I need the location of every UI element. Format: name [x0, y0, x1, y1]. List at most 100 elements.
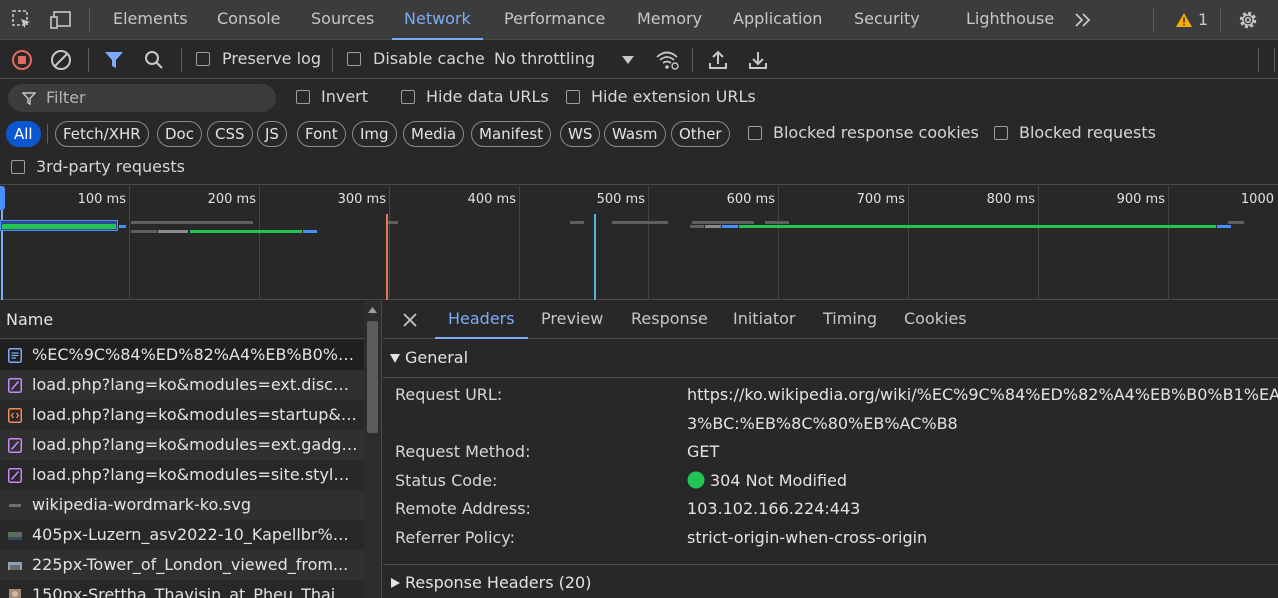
type-filter-all[interactable]: All: [6, 121, 41, 147]
more-tabs-icon[interactable]: [1071, 8, 1095, 32]
tab-cookies[interactable]: Cookies: [904, 301, 967, 339]
request-name: 150px-Srettha_Thavisin_at_Pheu_Thai_...: [32, 585, 358, 598]
filter-funnel-icon[interactable]: [102, 48, 126, 72]
third-party-checkbox[interactable]: [11, 160, 25, 174]
waterfall-bar: [1228, 221, 1244, 224]
request-name: 225px-Tower_of_London_viewed_from...: [32, 555, 349, 574]
network-conditions-icon[interactable]: [655, 48, 679, 72]
waterfall-bar: [131, 230, 157, 233]
preserve-log-checkbox[interactable]: [196, 52, 210, 66]
referrer-policy-value: strict-origin-when-cross-origin: [687, 528, 928, 547]
request-row[interactable]: load.php?lang=ko&modules=ext.discuss...: [0, 370, 364, 400]
tab-headers[interactable]: Headers: [435, 301, 528, 339]
type-filter-manifest[interactable]: Manifest: [471, 121, 552, 147]
filter-input[interactable]: Filter: [8, 84, 276, 112]
type-filter-doc[interactable]: Doc: [157, 121, 202, 147]
request-row[interactable]: load.php?lang=ko&modules=site.styles...: [0, 460, 364, 490]
tab-security[interactable]: Security: [854, 0, 920, 40]
tab-application[interactable]: Application: [733, 0, 822, 40]
tab-initiator[interactable]: Initiator: [733, 301, 795, 339]
hide-extension-urls-checkbox[interactable]: [566, 90, 580, 104]
inspect-element-icon[interactable]: [10, 8, 34, 32]
import-har-icon[interactable]: [706, 48, 730, 72]
range-handle-left[interactable]: [0, 186, 5, 210]
export-har-icon[interactable]: [746, 48, 770, 72]
tab-network[interactable]: Network: [392, 0, 483, 40]
triangle-right-icon: [391, 578, 400, 588]
document-icon: [8, 348, 22, 363]
chevron-down-icon[interactable]: [616, 48, 640, 72]
tab-console[interactable]: Console: [217, 0, 281, 40]
request-row[interactable]: %EC%9C%84%ED%82%A4%EB%B0%B...: [0, 340, 364, 370]
waterfall-bar: [612, 221, 668, 224]
status-code-label: Status Code:: [395, 471, 498, 490]
response-headers-section-header[interactable]: Response Headers (20): [383, 564, 1278, 598]
type-filter-js[interactable]: JS: [257, 121, 287, 147]
stylesheet-icon: [8, 438, 22, 453]
filter-bar: Filter Invert Hide data URLs Hide extens…: [0, 80, 1278, 185]
network-overview[interactable]: 100 ms 200 ms 300 ms 400 ms 500 ms 600 m…: [0, 186, 1278, 300]
request-url-value-continued: 3%BC:%EB%8C%80%EB%AC%B8: [687, 414, 958, 433]
stop-recording-icon[interactable]: [10, 48, 34, 72]
type-filter-img[interactable]: Img: [352, 121, 397, 147]
search-icon[interactable]: [142, 48, 166, 72]
warning-icon[interactable]: [1172, 8, 1196, 32]
waterfall-bar: [705, 225, 721, 228]
type-filter-wasm[interactable]: Wasm: [604, 121, 666, 147]
scrollbar-thumb[interactable]: [367, 321, 378, 433]
waterfall-bar: [570, 221, 584, 224]
tick-label: 700 ms: [856, 192, 905, 207]
tab-performance[interactable]: Performance: [504, 0, 605, 40]
request-row[interactable]: 405px-Luzern_asv2022-10_Kapellbr%C...: [0, 520, 364, 550]
close-icon[interactable]: [402, 312, 418, 328]
request-row[interactable]: load.php?lang=ko&modules=startup&o...: [0, 400, 364, 430]
throttling-select[interactable]: No throttling: [494, 49, 595, 68]
tab-response[interactable]: Response: [631, 301, 708, 339]
request-name: wikipedia-wordmark-ko.svg: [32, 495, 252, 514]
general-section-title: General: [405, 348, 469, 367]
network-toolbar: Preserve log Disable cache No throttling: [0, 40, 1278, 79]
waterfall-bar: [158, 230, 188, 233]
scroll-up-arrow-icon[interactable]: [367, 306, 378, 314]
status-dot-icon: [687, 471, 705, 489]
type-filter-css[interactable]: CSS: [207, 121, 253, 147]
request-name: load.php?lang=ko&modules=ext.discuss...: [32, 375, 358, 394]
blocked-requests-checkbox[interactable]: [994, 126, 1008, 140]
tab-sources[interactable]: Sources: [311, 0, 374, 40]
request-name: load.php?lang=ko&modules=ext.gadge...: [32, 435, 358, 454]
general-section-header[interactable]: General: [383, 340, 1278, 378]
tab-elements[interactable]: Elements: [113, 0, 188, 40]
tick-label: 500 ms: [596, 192, 645, 207]
waterfall-bar: [190, 230, 302, 233]
hide-data-urls-checkbox[interactable]: [401, 90, 415, 104]
type-filter-ws[interactable]: WS: [560, 121, 601, 147]
image-thumbnail-icon: [9, 589, 21, 598]
type-filter-media[interactable]: Media: [403, 121, 465, 147]
name-column-header[interactable]: Name: [0, 301, 364, 339]
waterfall-bar: [2, 224, 116, 229]
disable-cache-checkbox[interactable]: [347, 52, 361, 66]
waterfall-bar: [388, 221, 398, 224]
load-event-line: [386, 214, 388, 300]
type-filter-other[interactable]: Other: [671, 121, 730, 147]
clear-icon[interactable]: [49, 48, 73, 72]
tick-label: 100 ms: [77, 192, 126, 207]
request-row[interactable]: 150px-Srettha_Thavisin_at_Pheu_Thai_...: [0, 580, 364, 598]
hide-data-urls-label: Hide data URLs: [426, 87, 549, 106]
type-filter-fetch-xhr[interactable]: Fetch/XHR: [55, 121, 149, 147]
tab-lighthouse[interactable]: Lighthouse: [966, 0, 1054, 40]
type-filter-font[interactable]: Font: [297, 121, 346, 147]
blocked-response-cookies-checkbox[interactable]: [748, 126, 762, 140]
tab-memory[interactable]: Memory: [637, 0, 702, 40]
request-row[interactable]: load.php?lang=ko&modules=ext.gadge...: [0, 430, 364, 460]
invert-checkbox[interactable]: [296, 90, 310, 104]
settings-gear-icon[interactable]: [1236, 8, 1260, 32]
tick-label: 200 ms: [207, 192, 256, 207]
third-party-label: 3rd-party requests: [36, 157, 185, 176]
request-row[interactable]: 225px-Tower_of_London_viewed_from...: [0, 550, 364, 580]
tab-preview[interactable]: Preview: [541, 301, 603, 339]
tick-label: 400 ms: [467, 192, 516, 207]
request-row[interactable]: wikipedia-wordmark-ko.svg: [0, 490, 364, 520]
tab-timing[interactable]: Timing: [823, 301, 877, 339]
device-toolbar-icon[interactable]: [49, 8, 73, 32]
